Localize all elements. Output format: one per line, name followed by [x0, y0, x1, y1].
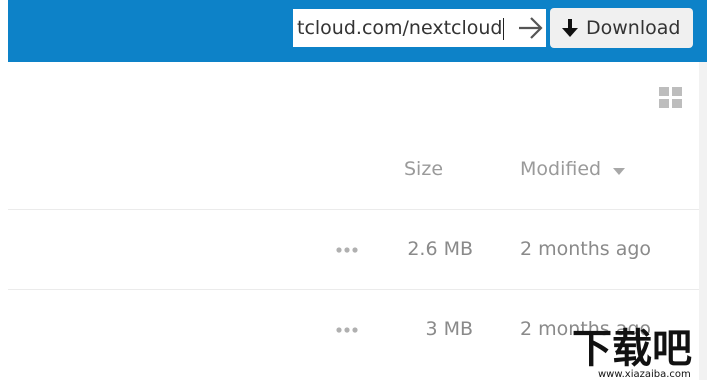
server-url-input[interactable]: tcloud.com/nextcloud	[293, 9, 546, 47]
file-modified: 2 months ago	[520, 238, 652, 260]
table-row[interactable]: 2.6 MB 2 months ago	[8, 210, 699, 288]
arrow-right-icon[interactable]	[516, 14, 546, 42]
svg-text:www.xiazaiba.com: www.xiazaiba.com	[598, 369, 691, 380]
download-label: Download	[586, 17, 681, 39]
caret-down-icon[interactable]	[613, 168, 625, 176]
more-dots-icon[interactable]	[335, 326, 359, 334]
text-caret	[503, 17, 505, 40]
file-size: 3 MB	[425, 318, 473, 340]
file-size: 2.6 MB	[407, 238, 473, 260]
column-header-size[interactable]: Size	[404, 158, 443, 180]
nextcloud-share-page: tcloud.com/nextcloud Download Size Modif…	[0, 0, 707, 380]
more-dots-icon[interactable]	[335, 246, 359, 254]
svg-text:下载吧: 下载吧	[572, 326, 692, 372]
server-url-value: tcloud.com/nextcloud	[297, 17, 503, 39]
column-header-modified[interactable]: Modified	[520, 158, 601, 180]
grid-view-icon[interactable]	[659, 87, 683, 109]
download-button[interactable]: Download	[550, 8, 693, 48]
xiazaiba-watermark-logo: 下载吧 www.xiazaiba.com	[572, 326, 692, 380]
arrow-down-icon	[562, 19, 578, 37]
